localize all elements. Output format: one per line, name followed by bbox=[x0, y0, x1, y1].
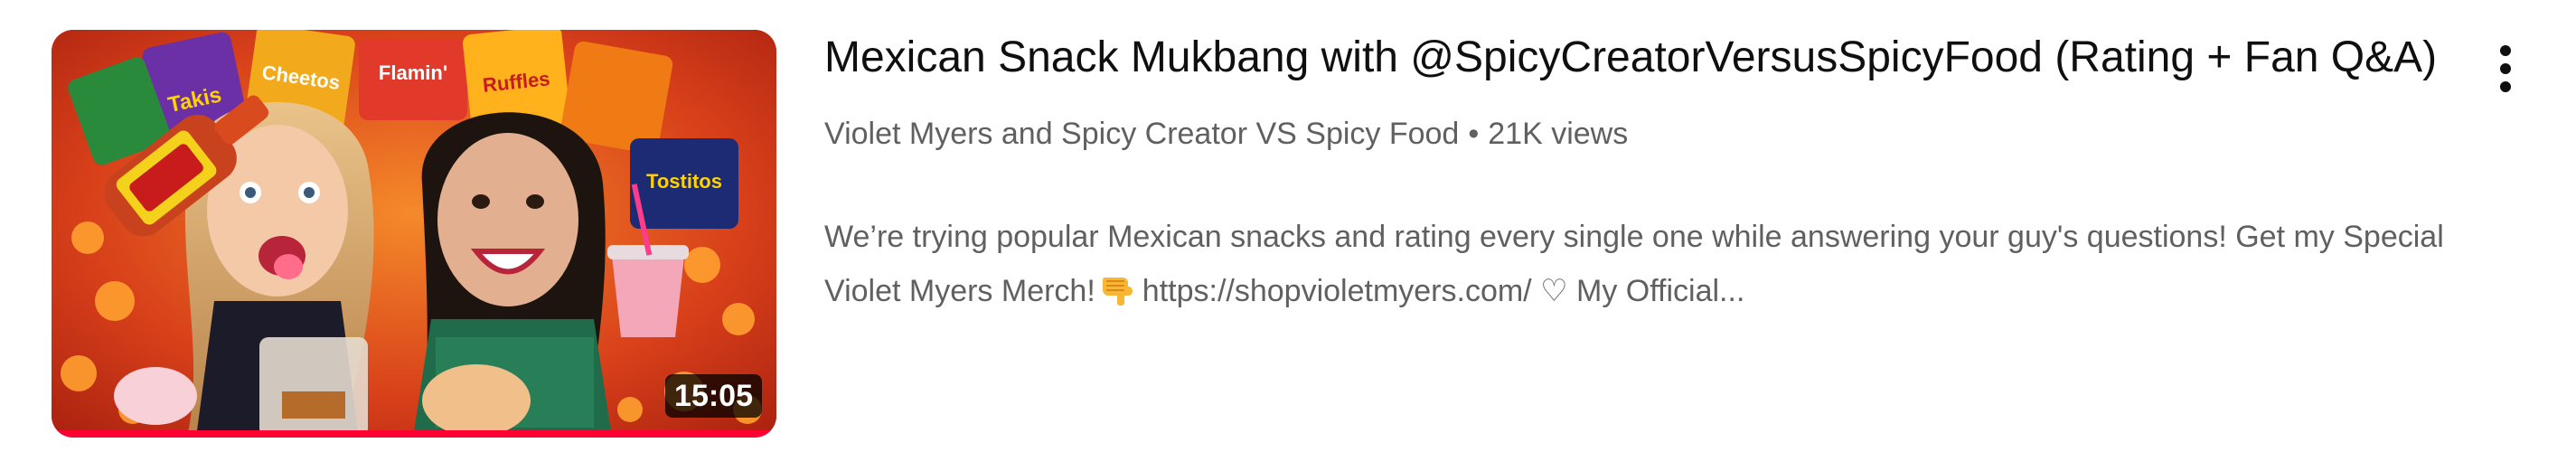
meta-separator: • bbox=[1468, 117, 1480, 151]
more-vert-icon-dot bbox=[2500, 81, 2511, 92]
snippet-link-text: https://shopvioletmyers.com/ ♡ My Offici… bbox=[1142, 274, 1745, 308]
brand-label-flamin: Flamin' bbox=[379, 61, 447, 84]
video-details: Mexican Snack Mukbang with @SpicyCreator… bbox=[824, 27, 2469, 318]
video-metadata: Violet Myers and Spicy Creator VS Spicy … bbox=[824, 112, 2469, 155]
more-vert-icon bbox=[2500, 45, 2511, 56]
view-count: 21K views bbox=[1488, 117, 1629, 151]
description-snippet: We’re trying popular Mexican snacks and … bbox=[824, 210, 2524, 318]
more-actions-button[interactable] bbox=[2480, 36, 2531, 101]
more-vert-icon-dot bbox=[2500, 63, 2511, 74]
video-result-row[interactable]: Takis Cheetos Flamin' Ruffles Tostitos 1… bbox=[0, 0, 2576, 452]
brand-label-tostitos: Tostitos bbox=[646, 170, 722, 193]
video-title[interactable]: Mexican Snack Mukbang with @SpicyCreator… bbox=[824, 27, 2451, 89]
channel-names[interactable]: Violet Myers and Spicy Creator VS Spicy … bbox=[824, 117, 1459, 151]
point-down-hand-icon bbox=[1102, 278, 1133, 306]
watch-progress-bar bbox=[52, 430, 776, 438]
video-duration-badge: 15:05 bbox=[665, 374, 762, 418]
video-thumbnail[interactable]: Takis Cheetos Flamin' Ruffles Tostitos 1… bbox=[52, 30, 776, 438]
watch-progress-fill bbox=[52, 430, 776, 438]
